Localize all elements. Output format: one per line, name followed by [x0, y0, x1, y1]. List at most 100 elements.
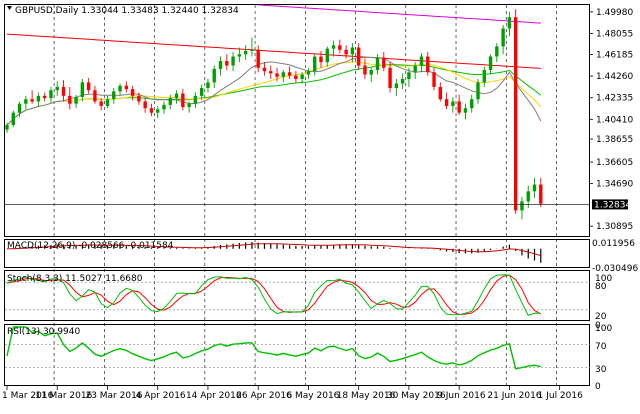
candle[interactable]: [319, 50, 323, 68]
candle[interactable]: [174, 90, 179, 104]
candle-body: [394, 83, 399, 88]
candle[interactable]: [105, 95, 110, 109]
candle[interactable]: [495, 43, 499, 63]
candle[interactable]: [42, 92, 47, 102]
candle[interactable]: [438, 82, 443, 102]
candle[interactable]: [532, 177, 537, 199]
candle[interactable]: [432, 67, 436, 91]
candle[interactable]: [482, 66, 486, 87]
candle[interactable]: [400, 73, 405, 90]
candle[interactable]: [250, 37, 254, 57]
candle[interactable]: [526, 185, 530, 209]
candle[interactable]: [344, 45, 348, 59]
candle[interactable]: [30, 90, 34, 104]
rsi-tick-70: 70: [595, 342, 607, 352]
chart-canvas[interactable]: GBPUSD,Daily 1.33044 1.33483 1.32440 1.3…: [0, 0, 640, 410]
candle[interactable]: [256, 45, 260, 73]
candle[interactable]: [413, 62, 417, 80]
candle[interactable]: [24, 95, 28, 110]
candle[interactable]: [36, 92, 41, 108]
candle[interactable]: [86, 77, 91, 94]
candle[interactable]: [68, 86, 72, 110]
candle[interactable]: [218, 56, 223, 76]
candle-body: [206, 82, 210, 88]
candle[interactable]: [356, 43, 361, 71]
candle[interactable]: [444, 92, 449, 110]
candle-body: [331, 45, 336, 49]
candle[interactable]: [237, 47, 242, 63]
candle[interactable]: [463, 103, 468, 120]
candle[interactable]: [49, 86, 53, 103]
candle[interactable]: [143, 98, 147, 113]
candle-body: [49, 90, 53, 99]
candle[interactable]: [426, 52, 430, 76]
candle[interactable]: [488, 54, 493, 75]
candle[interactable]: [212, 65, 216, 88]
candle[interactable]: [124, 81, 129, 93]
candle[interactable]: [419, 53, 424, 73]
candle[interactable]: [162, 101, 166, 114]
candle[interactable]: [363, 58, 367, 80]
candle-body: [338, 45, 342, 50]
candle[interactable]: [501, 25, 505, 55]
candle[interactable]: [313, 54, 317, 76]
candle[interactable]: [156, 105, 160, 119]
candles[interactable]: [5, 9, 543, 220]
candle-body: [325, 48, 329, 63]
candle[interactable]: [451, 96, 455, 113]
candle[interactable]: [193, 92, 198, 109]
candle-body: [218, 61, 223, 69]
candle-body: [419, 56, 424, 66]
candle[interactable]: [118, 83, 122, 96]
candle[interactable]: [231, 52, 235, 72]
candle[interactable]: [168, 94, 172, 110]
candle[interactable]: [457, 94, 461, 115]
candle[interactable]: [61, 80, 66, 102]
candle[interactable]: [181, 89, 185, 111]
candle-body: [149, 108, 154, 113]
candle[interactable]: [11, 110, 15, 128]
candle[interactable]: [520, 196, 524, 220]
candle-body: [168, 98, 172, 105]
candle[interactable]: [394, 79, 399, 96]
candle[interactable]: [262, 62, 267, 76]
candle[interactable]: [306, 67, 311, 80]
candle[interactable]: [225, 54, 229, 71]
candle[interactable]: [388, 62, 392, 93]
candle-body: [250, 49, 254, 51]
candle[interactable]: [294, 71, 298, 83]
candle[interactable]: [513, 9, 518, 214]
candle[interactable]: [476, 79, 480, 104]
candle[interactable]: [149, 103, 154, 117]
candle[interactable]: [80, 79, 85, 102]
candle[interactable]: [99, 98, 103, 111]
candle[interactable]: [93, 85, 97, 104]
rsi-tick-100: 100: [595, 324, 612, 334]
price-tick-label: 1.49980: [596, 8, 633, 18]
candle[interactable]: [338, 39, 342, 54]
candle[interactable]: [331, 40, 336, 57]
time-tick-label: 21 Jun 2016: [487, 391, 541, 401]
candle[interactable]: [507, 11, 512, 37]
candle[interactable]: [269, 65, 273, 80]
candle[interactable]: [281, 70, 286, 83]
candle[interactable]: [470, 94, 474, 113]
candle[interactable]: [325, 46, 329, 67]
candle[interactable]: [287, 66, 292, 80]
candle[interactable]: [206, 79, 210, 93]
candle-body: [162, 104, 166, 110]
candle[interactable]: [243, 45, 248, 60]
candle-body: [86, 82, 91, 91]
candle-body: [407, 72, 411, 80]
macd-label: MACD(12,26,9) -0.028566 -0.011584: [7, 241, 174, 251]
candle-body: [99, 101, 103, 106]
candle[interactable]: [539, 177, 543, 208]
candle[interactable]: [55, 81, 59, 96]
candle[interactable]: [369, 67, 373, 83]
trading-chart-window[interactable]: GBPUSD,Daily 1.33044 1.33483 1.32440 1.3…: [0, 0, 640, 410]
price-tick-label: 1.46185: [596, 50, 633, 60]
candle[interactable]: [112, 87, 116, 104]
rsi-panel[interactable]: [5, 326, 590, 370]
candle[interactable]: [382, 52, 386, 72]
candle-body: [526, 191, 530, 202]
